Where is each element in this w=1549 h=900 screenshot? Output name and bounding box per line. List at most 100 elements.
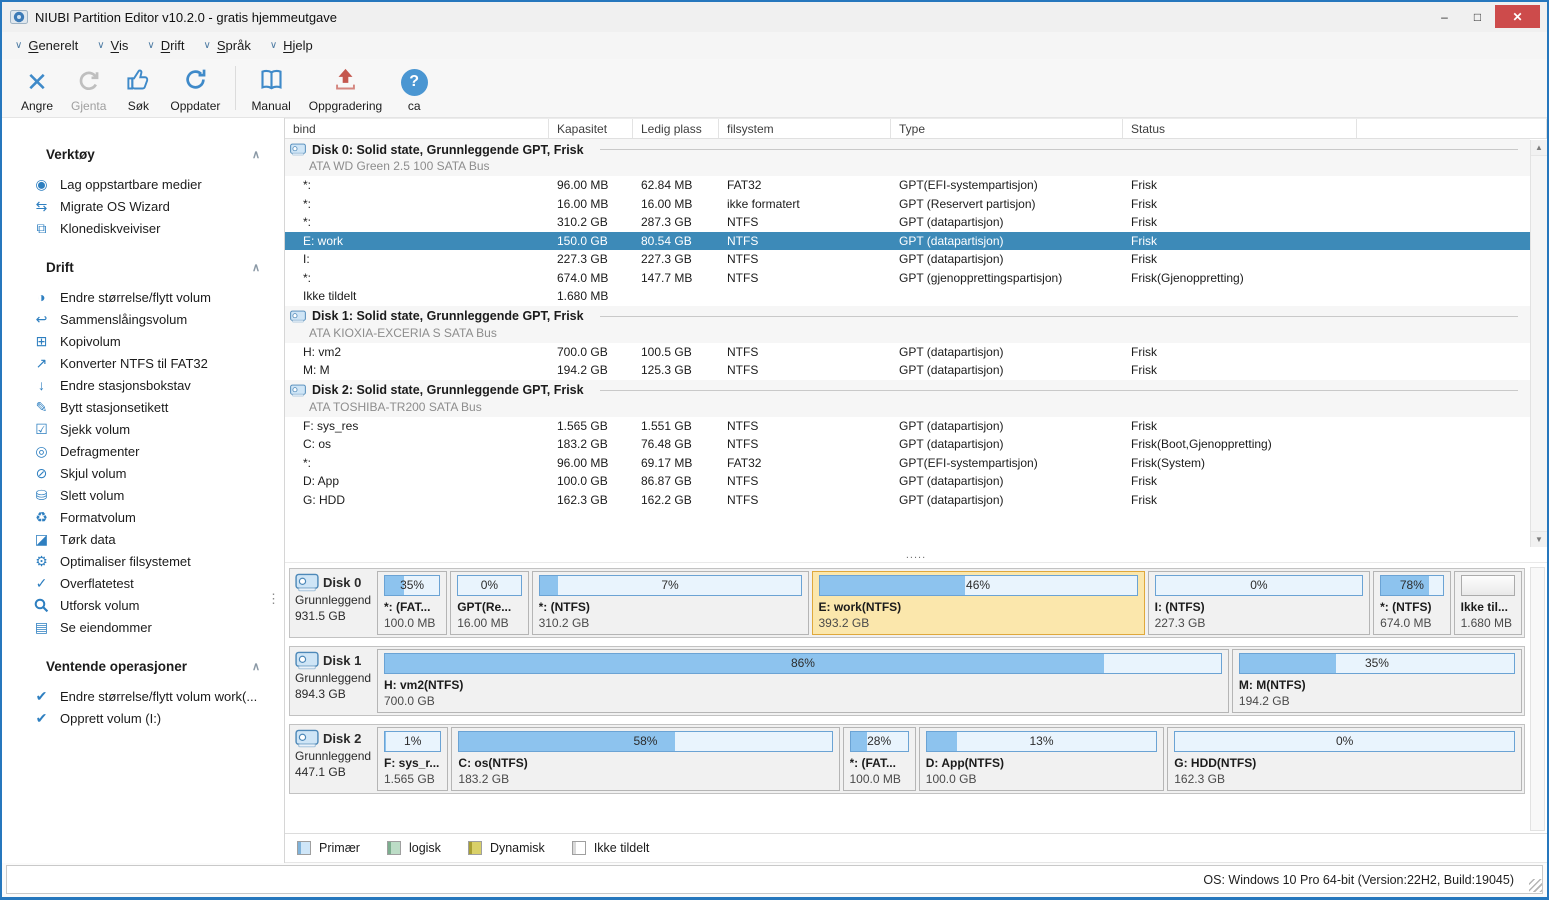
table-row[interactable]: *: 96.00 MB 62.84 MB FAT32 GPT(EFI-systempar…	[285, 176, 1530, 195]
sidebar-item-defragmenter[interactable]: ◎ Defragmenter	[2, 440, 284, 462]
partition-block-fat[interactable]: 35% *: (FAT... 100.0 MB	[377, 571, 448, 635]
partition-block-d-app-ntfs[interactable]: 13% D: App(NTFS) 100.0 GB	[918, 727, 1165, 791]
menu-hjelp[interactable]: ∨ Hjelp	[270, 38, 313, 53]
sidebar-item-konverter-ntfs-til-fat32[interactable]: ↗ Konverter NTFS til FAT32	[2, 352, 284, 374]
table-row[interactable]: H: vm2 700.0 GB 100.5 GB NTFS GPT (dataparti…	[285, 343, 1530, 362]
sidebar-item-slett-volum[interactable]: ⛁ Slett volum	[2, 484, 284, 506]
table-row[interactable]: *: 16.00 MB 16.00 MB ikke formatert GPT (Res…	[285, 195, 1530, 214]
disk-info-disk-2[interactable]: Disk 2 Grunnleggend 447.1 GB	[292, 727, 374, 791]
column-header-bind[interactable]: bind	[285, 119, 549, 138]
redo-button[interactable]: Gjenta	[62, 59, 115, 117]
table-row[interactable]: M: M 194.2 GB 125.3 GB NTFS GPT (datapartisj…	[285, 361, 1530, 380]
column-header-ledig-plass[interactable]: Ledig plass	[633, 119, 719, 138]
partition-block-g-hdd-ntfs[interactable]: 0% G: HDD(NTFS) 162.3 GB	[1167, 727, 1522, 791]
sidebar-item-se-eiendommer[interactable]: ▤ Se eiendommer	[2, 616, 284, 638]
refresh-button[interactable]: Oppdater	[161, 59, 229, 117]
about-button[interactable]: ? ca	[391, 59, 437, 117]
sidebar-item-overflatetest[interactable]: ✓ Overflatetest	[2, 572, 284, 594]
sidebar-item-optimaliser-filsystemet[interactable]: ⚙ Optimaliser filsystemet	[2, 550, 284, 572]
partition-block-h-vm2-ntfs[interactable]: 86% H: vm2(NTFS) 700.0 GB	[377, 649, 1229, 713]
minimize-button[interactable]: –	[1429, 5, 1460, 28]
sidebar-item-formatvolum[interactable]: ♻ Formatvolum	[2, 506, 284, 528]
sidebar-item-endre-st-rrelse-flytt-volum-work[interactable]: ✔ Endre størrelse/flytt volum work(...	[2, 685, 284, 707]
sidebar-item-opprett-volum-i[interactable]: ✔ Opprett volum (I:)	[2, 707, 284, 729]
column-header-status[interactable]: Status	[1123, 119, 1357, 138]
partition-block-fat[interactable]: 28% *: (FAT... 100.0 MB	[842, 727, 916, 791]
column-header-blank[interactable]	[1357, 119, 1547, 138]
maximize-button[interactable]: □	[1462, 5, 1493, 28]
rename-pencil-icon: ✎	[35, 399, 48, 415]
partition-block-ntfs[interactable]: 78% *: (NTFS) 674.0 MB	[1373, 571, 1451, 635]
undo-button[interactable]: ✕ Angre	[12, 59, 62, 117]
cell-fs: NTFS	[727, 363, 759, 377]
table-row[interactable]: Ikke tildelt 1.680 MB	[285, 287, 1530, 306]
menu-vis[interactable]: ∨ Vis	[97, 38, 128, 53]
disk-group-header-1[interactable]: Disk 1: Solid state, Grunnleggende GPT, …	[285, 305, 1530, 343]
disk-info-disk-0[interactable]: Disk 0 Grunnleggend 931.5 GB	[292, 571, 374, 635]
cell-ledig: 76.48 GB	[641, 437, 692, 451]
partition-block-i-ntfs[interactable]: 0% I: (NTFS) 227.3 GB	[1147, 571, 1371, 635]
pane-splitter-handle[interactable]: .....	[285, 547, 1547, 563]
table-row[interactable]: G: HDD 162.3 GB 162.2 GB NTFS GPT (dataparti…	[285, 491, 1530, 510]
sidebar-item-label: Konverter NTFS til FAT32	[60, 355, 208, 371]
table-row[interactable]: *: 674.0 MB 147.7 MB NTFS GPT (gjenopprettin…	[285, 269, 1530, 288]
partition-block-e-work-ntfs[interactable]: 46% E: work(NTFS) 393.2 GB	[811, 571, 1145, 635]
sidebar-item-migrate-os-wizard[interactable]: ⇆ Migrate OS Wizard	[2, 195, 284, 217]
resize-grip[interactable]	[1529, 879, 1542, 892]
partition-size: 674.0 MB	[1380, 616, 1432, 630]
search-button[interactable]: Søk	[115, 59, 161, 117]
usage-percent-label: 35%	[400, 578, 425, 592]
menu-drift[interactable]: ∨ Drift	[147, 38, 184, 53]
close-button[interactable]: ✕	[1495, 5, 1540, 28]
scroll-up-icon[interactable]: ▲	[1531, 140, 1547, 156]
disk-group-header-2[interactable]: Disk 2: Solid state, Grunnleggende GPT, …	[285, 379, 1530, 417]
table-row[interactable]: *: 310.2 GB 287.3 GB NTFS GPT (datapartisjon…	[285, 213, 1530, 232]
sidebar-splitter-handle[interactable]: ⋮	[267, 592, 280, 605]
menu-spr-k[interactable]: ∨ Språk	[204, 38, 251, 53]
sidebar-item-klonediskveiviser[interactable]: ⧉ Klonediskveiviser	[2, 217, 284, 239]
sidebar-item-t-rk-data[interactable]: ◪ Tørk data	[2, 528, 284, 550]
sidebar-item-utforsk-volum[interactable]: Utforsk volum	[2, 594, 284, 616]
cell-fs: NTFS	[727, 474, 759, 488]
sidebar-item-sammensl-ingsvolum[interactable]: ↩ Sammenslåingsvolum	[2, 308, 284, 330]
partition-block-gpt-re[interactable]: 0% GPT(Re... 16.00 MB	[450, 571, 529, 635]
upgrade-button[interactable]: Oppgradering	[300, 59, 391, 117]
table-vertical-scrollbar[interactable]: ▲ ▼	[1530, 140, 1547, 547]
column-header-filsystem[interactable]: filsystem	[719, 119, 891, 138]
panels-vertical-scrollbar[interactable]	[1530, 567, 1545, 831]
partition-block-c-os-ntfs[interactable]: 58% C: os(NTFS) 183.2 GB	[451, 727, 840, 791]
sidebar-section-header-verkt-y[interactable]: Verktøy ∧	[2, 143, 284, 165]
sidebar-section-header-drift[interactable]: Drift ∧	[2, 256, 284, 278]
table-row[interactable]: *: 96.00 MB 69.17 MB FAT32 GPT(EFI-systempar…	[285, 454, 1530, 473]
sidebar-item-skjul-volum[interactable]: ⊘ Skjul volum	[2, 462, 284, 484]
table-row[interactable]: C: os 183.2 GB 76.48 GB NTFS GPT (datapartis…	[285, 435, 1530, 454]
manual-button[interactable]: Manual	[242, 59, 299, 117]
partition-block-m-m-ntfs[interactable]: 35% M: M(NTFS) 194.2 GB	[1231, 649, 1522, 713]
disk-bus-label: ATA KIOXIA-EXCERIA S SATA Bus	[309, 325, 497, 340]
cell-ledig: 287.3 GB	[641, 215, 692, 229]
sidebar-section-header-ventende-operasjoner[interactable]: Ventende operasjoner ∧	[2, 655, 284, 677]
table-row[interactable]: F: sys_res 1.565 GB 1.551 GB NTFS GPT (datap…	[285, 417, 1530, 436]
sidebar-item-label: Endre størrelse/flytt volum	[60, 289, 211, 305]
table-row[interactable]: I: 227.3 GB 227.3 GB NTFS GPT (datapartisjon…	[285, 250, 1530, 269]
table-row[interactable]: D: App 100.0 GB 86.87 GB NTFS GPT (dataparti…	[285, 472, 1530, 491]
sidebar-item-bytt-stasjonsetikett[interactable]: ✎ Bytt stasjonsetikett	[2, 396, 284, 418]
sidebar-item-lag-oppstartbare-medier[interactable]: ◉ Lag oppstartbare medier	[2, 173, 284, 195]
partition-block-f-sys-r[interactable]: 1% F: sys_r... 1.565 GB	[377, 727, 449, 791]
disk-group-header-0[interactable]: Disk 0: Solid state, Grunnleggende GPT, …	[285, 139, 1530, 176]
toolbar-separator	[235, 66, 237, 110]
cell-status: Frisk	[1131, 252, 1157, 266]
partition-block-ikke-til[interactable]: Ikke til... 1.680 MB	[1453, 571, 1522, 635]
column-header-type[interactable]: Type	[891, 119, 1123, 138]
partition-block-ntfs[interactable]: 7% *: (NTFS) 310.2 GB	[531, 571, 809, 635]
sidebar-item-endre-stasjonsbokstav[interactable]: ↓ Endre stasjonsbokstav	[2, 374, 284, 396]
sidebar-item-endre-st-rrelse-flytt-volum[interactable]: ◑ Endre størrelse/flytt volum	[2, 286, 284, 308]
table-row[interactable]: E: work 150.0 GB 80.54 GB NTFS GPT (datapart…	[285, 231, 1530, 250]
sidebar-item-kopivolum[interactable]: ⊞ Kopivolum	[2, 330, 284, 352]
sidebar-item-sjekk-volum[interactable]: ☑ Sjekk volum	[2, 418, 284, 440]
column-header-kapasitet[interactable]: Kapasitet	[549, 119, 633, 138]
cell-type: GPT(EFI-systempartisjon)	[899, 455, 1038, 470]
menu-generelt[interactable]: ∨ Generelt	[15, 38, 78, 53]
scroll-down-icon[interactable]: ▼	[1531, 531, 1547, 547]
disk-info-disk-1[interactable]: Disk 1 Grunnleggend 894.3 GB	[292, 649, 374, 713]
